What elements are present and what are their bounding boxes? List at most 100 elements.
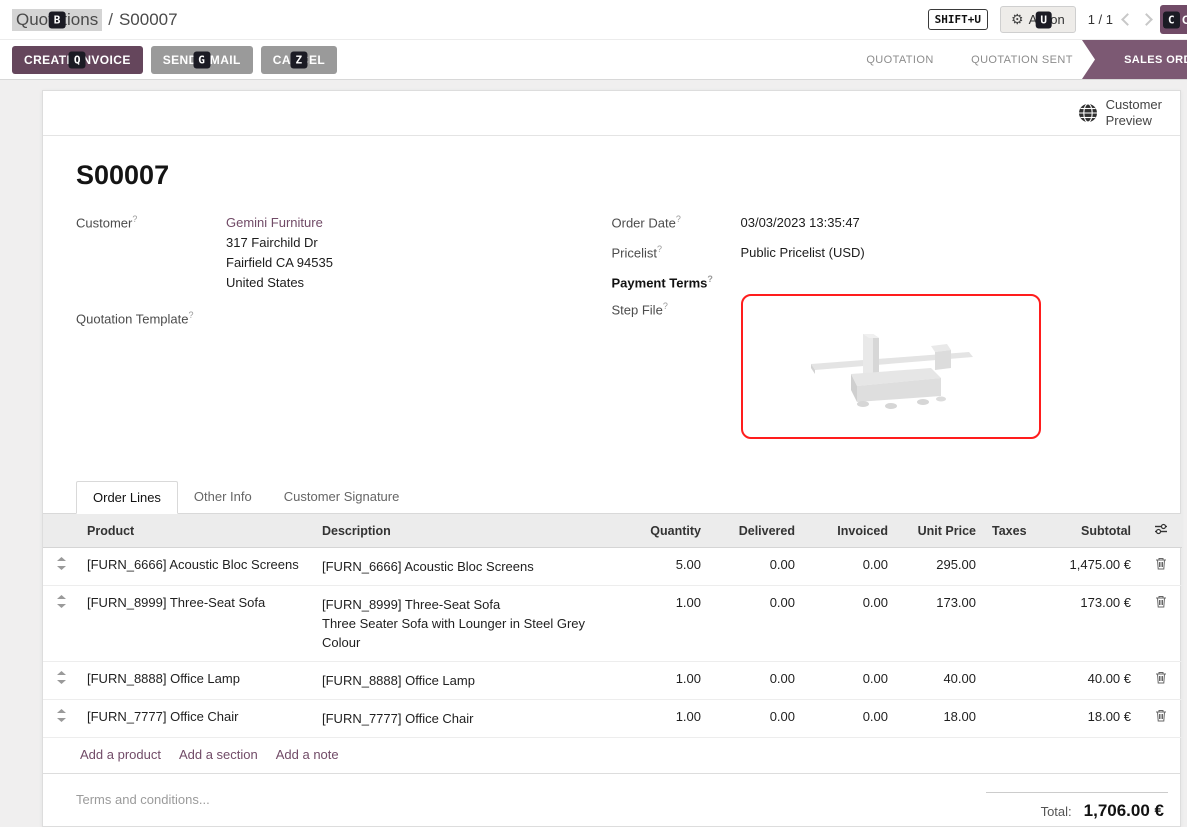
cell-taxes[interactable] <box>984 700 1039 738</box>
row-drag-handle[interactable] <box>43 662 79 700</box>
cell-delivered[interactable]: 0.00 <box>709 586 803 662</box>
pricelist-value[interactable]: Public Pricelist (USD) <box>741 243 865 263</box>
cell-quantity[interactable]: 5.00 <box>619 548 709 586</box>
cell-delivered[interactable]: 0.00 <box>709 662 803 700</box>
status-step-quotation-sent[interactable]: QUOTATION SENT <box>943 40 1093 79</box>
cell-taxes[interactable] <box>984 586 1039 662</box>
pager-prev-icon[interactable] <box>1121 13 1134 26</box>
row-drag-handle[interactable] <box>43 586 79 662</box>
cell-invoiced[interactable]: 0.00 <box>803 548 896 586</box>
record-pager: 1 / 1 <box>1088 12 1151 27</box>
field-payment-terms: Payment Terms? <box>612 273 1148 290</box>
label-text: Step File <box>612 303 663 318</box>
cell-quantity[interactable]: 1.00 <box>619 662 709 700</box>
control-bar: CREATE INVOICE Q SEND EMAIL G CANCEL Z Q… <box>0 40 1187 80</box>
cell-quantity[interactable]: 1.00 <box>619 586 709 662</box>
description-line: Three Seater Sofa with Lounger in Steel … <box>322 614 611 633</box>
delete-row-button[interactable] <box>1139 662 1182 700</box>
customer-link[interactable]: Gemini Furniture <box>226 213 333 233</box>
field-customer: Customer? Gemini Furniture 317 Fairchild… <box>76 213 612 293</box>
add-a-section-link[interactable]: Add a section <box>179 747 258 762</box>
shortcut-badge-cancel: Z <box>290 51 307 68</box>
delete-row-button[interactable] <box>1139 548 1182 586</box>
cancel-button[interactable]: CANCEL Z <box>261 46 337 74</box>
cell-invoiced[interactable]: 0.00 <box>803 586 896 662</box>
total-label: Total: <box>1041 804 1072 819</box>
cell-unit-price[interactable]: 18.00 <box>896 700 984 738</box>
statusbar: QUOTATION QUOTATION SENT SALES ORDER <box>838 40 1187 79</box>
shortcut-badge-send-email: G <box>193 51 210 68</box>
table-header-row: Product Description Quantity Delivered I… <box>43 514 1182 548</box>
shortcut-badge-create: C <box>1163 11 1180 28</box>
create-button[interactable]: C Create <box>1160 5 1187 34</box>
add-a-note-link[interactable]: Add a note <box>276 747 339 762</box>
help-icon: ? <box>663 301 668 311</box>
step-file-field-label: Step File? <box>612 300 741 317</box>
create-invoice-button[interactable]: CREATE INVOICE Q <box>12 46 143 74</box>
status-step-sales-order[interactable]: SALES ORDER <box>1082 40 1187 79</box>
column-header-unit-price: Unit Price <box>896 514 984 548</box>
cell-description[interactable]: [FURN_8999] Three-Seat Sofa Three Seater… <box>314 586 619 662</box>
cell-taxes[interactable] <box>984 548 1039 586</box>
delete-row-button[interactable] <box>1139 586 1182 662</box>
column-header-subtotal: Subtotal <box>1039 514 1139 548</box>
order-date-value[interactable]: 03/03/2023 13:35:47 <box>741 213 860 233</box>
description-line: [FURN_8999] Three-Seat Sofa <box>322 595 611 614</box>
cell-product[interactable]: [FURN_7777] Office Chair <box>79 700 314 738</box>
cell-product[interactable]: [FURN_8888] Office Lamp <box>79 662 314 700</box>
cell-subtotal: 18.00 € <box>1039 700 1139 738</box>
cell-unit-price[interactable]: 40.00 <box>896 662 984 700</box>
trash-icon <box>1155 671 1167 684</box>
row-drag-handle[interactable] <box>43 700 79 738</box>
cell-description[interactable]: [FURN_6666] Acoustic Bloc Screens <box>314 548 619 586</box>
cell-description[interactable]: [FURN_7777] Office Chair <box>314 700 619 738</box>
cell-delivered[interactable]: 0.00 <box>709 548 803 586</box>
line-add-links: Add a product Add a section Add a note <box>43 738 1180 774</box>
column-header-description: Description <box>314 514 619 548</box>
quotation-template-field-label: Quotation Template? <box>76 309 226 326</box>
handle-column-header <box>43 514 79 548</box>
status-step-quotation[interactable]: QUOTATION <box>838 40 954 79</box>
page-title: S00007 <box>76 160 1180 191</box>
sheet-header: Customer Preview <box>43 91 1180 136</box>
cell-quantity[interactable]: 1.00 <box>619 700 709 738</box>
customer-preview-button[interactable]: Customer Preview <box>1078 97 1162 129</box>
tab-other-info[interactable]: Other Info <box>178 481 268 513</box>
cell-delivered[interactable]: 0.00 <box>709 700 803 738</box>
breadcrumb-quotations[interactable]: Quotations B <box>12 9 102 31</box>
customer-preview-label-1: Customer <box>1106 97 1162 113</box>
terms-and-conditions-placeholder[interactable]: Terms and conditions... <box>76 792 210 821</box>
cell-description[interactable]: [FURN_8888] Office Lamp <box>314 662 619 700</box>
step-file-preview[interactable] <box>741 294 1041 439</box>
add-a-product-link[interactable]: Add a product <box>80 747 161 762</box>
send-email-button[interactable]: SEND EMAIL G <box>151 46 253 74</box>
label-text: Pricelist <box>612 245 658 260</box>
cell-invoiced[interactable]: 0.00 <box>803 662 896 700</box>
cell-taxes[interactable] <box>984 662 1039 700</box>
cell-unit-price[interactable]: 173.00 <box>896 586 984 662</box>
label-text: Quotation Template <box>76 311 189 326</box>
breadcrumb: Quotations B / S00007 <box>12 9 178 31</box>
cell-product[interactable]: [FURN_8999] Three-Seat Sofa <box>79 586 314 662</box>
step-file-3d-model <box>791 312 991 422</box>
cell-invoiced[interactable]: 0.00 <box>803 700 896 738</box>
shortcut-badge-breadcrumb: B <box>49 11 66 28</box>
cell-product[interactable]: [FURN_6666] Acoustic Bloc Screens <box>79 548 314 586</box>
cell-unit-price[interactable]: 295.00 <box>896 548 984 586</box>
delete-row-button[interactable] <box>1139 700 1182 738</box>
customer-address-line: 317 Fairchild Dr <box>226 233 333 253</box>
sheet-footer: Terms and conditions... Total: 1,706.00 … <box>43 774 1180 821</box>
description-line: [FURN_6666] Acoustic Bloc Screens <box>322 557 611 576</box>
optional-columns-icon[interactable] <box>1154 523 1168 535</box>
pager-next-icon[interactable] <box>1140 13 1153 26</box>
action-menu-button[interactable]: ⚙ Action U <box>1000 6 1076 33</box>
customer-preview-label-2: Preview <box>1106 113 1162 129</box>
tab-label: Order Lines <box>93 490 161 505</box>
row-drag-handle[interactable] <box>43 548 79 586</box>
create-button-label: Create <box>1182 13 1187 27</box>
description-line: [FURN_8888] Office Lamp <box>322 671 611 690</box>
status-step-label: QUOTATION SENT <box>971 54 1073 66</box>
tab-customer-signature[interactable]: Customer Signature <box>268 481 416 513</box>
total-block: Total: 1,706.00 € <box>986 792 1168 821</box>
tab-order-lines[interactable]: Order Lines <box>76 481 178 514</box>
